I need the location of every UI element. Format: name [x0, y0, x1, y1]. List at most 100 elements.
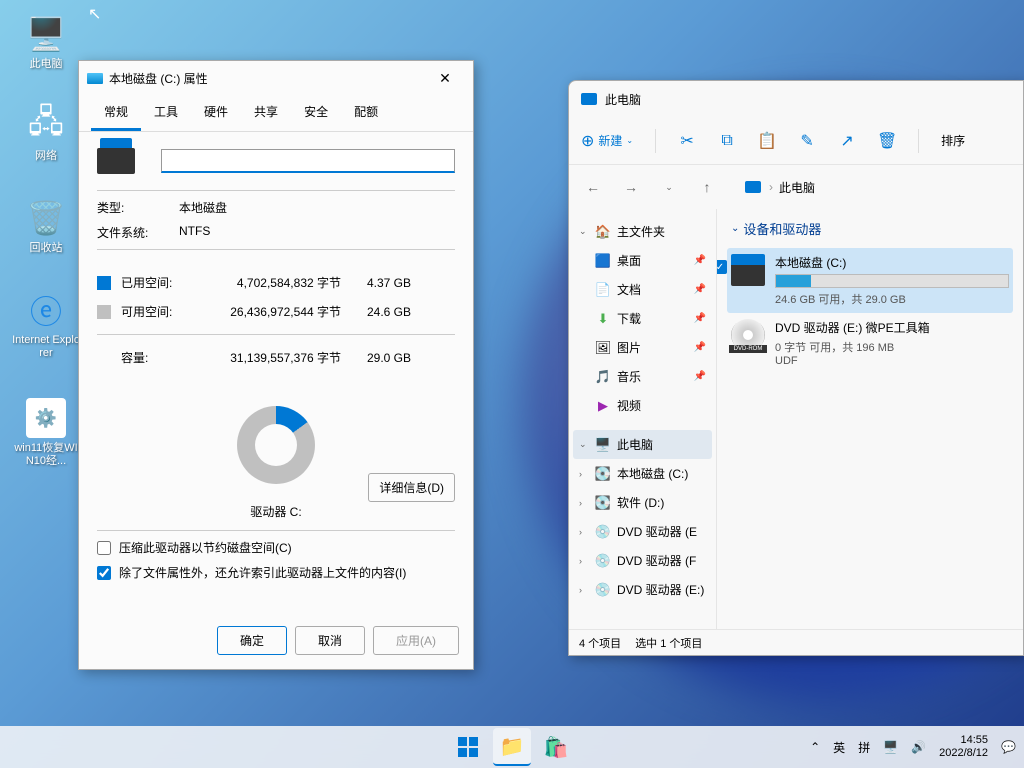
- dvd-sub1: 0 字节 可用，共 196 MB: [775, 339, 1009, 355]
- sidebar-desktop[interactable]: 🟦桌面📌: [573, 246, 712, 275]
- dialog-title: 本地磁盘 (C:) 属性: [109, 70, 208, 87]
- close-button[interactable]: ✕: [425, 64, 465, 92]
- rename-icon[interactable]: ✎: [798, 132, 816, 150]
- explorer-titlebar[interactable]: 此电脑: [569, 81, 1023, 117]
- explorer-navbar: ← → ⌄ ↑ ›此电脑: [569, 165, 1023, 209]
- type-label: 类型:: [97, 199, 179, 216]
- ok-button[interactable]: 确定: [217, 626, 287, 655]
- delete-icon[interactable]: 🗑: [878, 132, 896, 150]
- drive-c-name: 本地磁盘 (C:): [775, 254, 1009, 271]
- pc-icon: [581, 93, 597, 105]
- used-swatch: [97, 276, 111, 290]
- cancel-button[interactable]: 取消: [295, 626, 365, 655]
- sidebar-dvd-e[interactable]: ›💿DVD 驱动器 (E: [573, 517, 712, 546]
- explorer-content: 设备和驱动器 本地磁盘 (C:) 24.6 GB 可用，共 29.0 GB DV…: [717, 209, 1023, 629]
- tab-general[interactable]: 常规: [91, 95, 141, 131]
- back-button[interactable]: ←: [579, 173, 607, 201]
- tab-bar: 常规 工具 硬件 共享 安全 配额: [79, 95, 473, 132]
- tab-hardware[interactable]: 硬件: [191, 95, 241, 131]
- used-label: 已用空间:: [121, 274, 191, 291]
- ime-lang[interactable]: 英: [833, 739, 845, 756]
- taskbar-store[interactable]: 🛍️: [537, 728, 575, 766]
- tab-tools[interactable]: 工具: [141, 95, 191, 131]
- dvd-sub2: UDF: [775, 355, 1009, 367]
- index-checkbox[interactable]: [97, 566, 111, 580]
- taskbar-explorer[interactable]: 📁: [493, 728, 531, 766]
- sidebar-dvd-e2[interactable]: ›💿DVD 驱动器 (E:): [573, 575, 712, 604]
- tab-quota[interactable]: 配额: [341, 95, 391, 131]
- paste-icon[interactable]: 📋: [758, 132, 776, 150]
- tab-security[interactable]: 安全: [291, 95, 341, 131]
- used-gb: 4.37 GB: [341, 276, 411, 290]
- copy-icon[interactable]: ⧉: [718, 132, 736, 150]
- free-label: 可用空间:: [121, 303, 191, 320]
- desktop-icon-batch[interactable]: ⚙️win11恢复WIN10经...: [12, 398, 80, 468]
- sidebar-pictures[interactable]: 🖼图片📌: [573, 333, 712, 362]
- new-button[interactable]: ⊕新建⌄: [581, 131, 633, 151]
- sidebar-drive-d[interactable]: ›💽软件 (D:): [573, 488, 712, 517]
- capacity-bytes: 31,139,557,376 字节: [191, 349, 341, 366]
- explorer-sidebar: ⌄🏠主文件夹 🟦桌面📌 📄文档📌 ⬇下载📌 🖼图片📌 🎵音乐📌 ▶视频 ⌄🖥️此…: [569, 209, 717, 629]
- dvd-icon: [731, 319, 765, 351]
- drive-c-bar: [775, 274, 1009, 288]
- sidebar-home[interactable]: ⌄🏠主文件夹: [573, 217, 712, 246]
- explorer-title: 此电脑: [605, 91, 641, 108]
- explorer-window: 此电脑 ⊕新建⌄ ✂ ⧉ 📋 ✎ ↗ 🗑 排序 ← → ⌄ ↑ ›此电脑 ⌄🏠主…: [568, 80, 1024, 656]
- details-button[interactable]: 详细信息(D): [368, 473, 455, 502]
- share-icon[interactable]: ↗: [838, 132, 856, 150]
- apply-button[interactable]: 应用(A): [373, 626, 459, 655]
- desktop-icon-ie[interactable]: ⓔInternet Explorer: [12, 290, 80, 360]
- sidebar-this-pc[interactable]: ⌄🖥️此电脑: [573, 430, 712, 459]
- properties-dialog: 本地磁盘 (C:) 属性 ✕ 常规 工具 硬件 共享 安全 配额 类型:本地磁盘…: [78, 60, 474, 670]
- index-checkbox-row[interactable]: 除了文件属性外，还允许索引此驱动器上文件的内容(I): [97, 564, 455, 581]
- drive-item-c[interactable]: 本地磁盘 (C:) 24.6 GB 可用，共 29.0 GB: [727, 248, 1013, 313]
- drive-c-sub: 24.6 GB 可用，共 29.0 GB: [775, 291, 1009, 307]
- dialog-titlebar[interactable]: 本地磁盘 (C:) 属性 ✕: [79, 61, 473, 95]
- drive-icon: [87, 73, 103, 84]
- compress-checkbox[interactable]: [97, 541, 111, 555]
- desktop-icon-recycle-bin[interactable]: 🗑️回收站: [12, 198, 80, 255]
- fs-label: 文件系统:: [97, 224, 179, 241]
- network-icon[interactable]: 🖥️: [883, 740, 898, 754]
- sidebar-dvd-f[interactable]: ›💿DVD 驱动器 (F: [573, 546, 712, 575]
- compress-checkbox-row[interactable]: 压缩此驱动器以节约磁盘空间(C): [97, 539, 455, 556]
- capacity-label: 容量:: [121, 349, 191, 366]
- volume-icon[interactable]: 🔊: [911, 740, 926, 754]
- cursor-icon: ↖: [88, 4, 101, 24]
- devices-section-header[interactable]: 设备和驱动器: [727, 219, 1013, 238]
- usage-donut-chart: [237, 406, 315, 484]
- sort-button[interactable]: 排序: [941, 132, 965, 149]
- ime-mode[interactable]: 拼: [858, 739, 870, 756]
- cut-icon[interactable]: ✂: [678, 132, 696, 150]
- sidebar-documents[interactable]: 📄文档📌: [573, 275, 712, 304]
- sidebar-downloads[interactable]: ⬇下载📌: [573, 304, 712, 333]
- tab-sharing[interactable]: 共享: [241, 95, 291, 131]
- status-selected: 选中 1 个项目: [635, 635, 702, 651]
- capacity-gb: 29.0 GB: [341, 351, 411, 365]
- hdd-icon: [731, 254, 765, 286]
- sidebar-videos[interactable]: ▶视频: [573, 391, 712, 420]
- explorer-toolbar: ⊕新建⌄ ✂ ⧉ 📋 ✎ ↗ 🗑 排序: [569, 117, 1023, 165]
- address-bar[interactable]: ›此电脑: [731, 173, 1013, 202]
- tray-clock[interactable]: 14:55 2022/8/12: [939, 734, 988, 760]
- drive-c-label: 驱动器 C:: [97, 503, 455, 520]
- drive-item-dvd[interactable]: DVD 驱动器 (E:) 微PE工具箱 0 字节 可用，共 196 MB UDF: [727, 313, 1013, 373]
- type-value: 本地磁盘: [179, 199, 227, 216]
- drive-large-icon: [97, 148, 135, 174]
- sidebar-drive-c[interactable]: ›💽本地磁盘 (C:): [573, 459, 712, 488]
- used-bytes: 4,702,584,832 字节: [191, 274, 341, 291]
- tray-chevron-icon[interactable]: ⌃: [810, 740, 820, 754]
- up-button[interactable]: ↑: [693, 173, 721, 201]
- notification-icon[interactable]: 💬: [1001, 740, 1016, 754]
- volume-label-input[interactable]: [161, 149, 455, 173]
- start-button[interactable]: [449, 728, 487, 766]
- status-item-count: 4 个项目: [579, 635, 621, 651]
- sidebar-music[interactable]: 🎵音乐📌: [573, 362, 712, 391]
- history-button[interactable]: ⌄: [655, 173, 683, 201]
- desktop-icon-this-pc[interactable]: 🖥️此电脑: [12, 14, 80, 71]
- free-bytes: 26,436,972,544 字节: [191, 303, 341, 320]
- free-swatch: [97, 305, 111, 319]
- desktop-icon-network[interactable]: 🖧网络: [12, 106, 80, 163]
- forward-button[interactable]: →: [617, 173, 645, 201]
- taskbar: 📁 🛍️ ⌃ 英 拼 🖥️ 🔊 14:55 2022/8/12 💬: [0, 726, 1024, 768]
